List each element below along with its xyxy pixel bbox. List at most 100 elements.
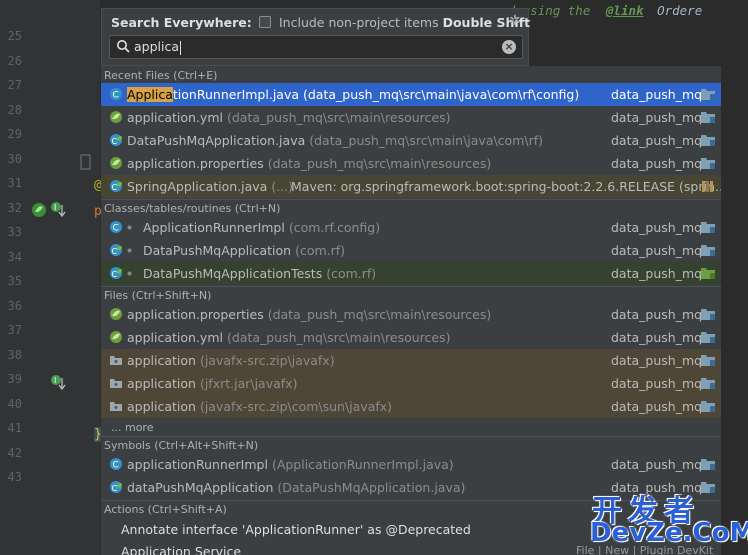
result-name: dataPushMqApplication <box>127 480 274 495</box>
section-divider <box>101 286 721 287</box>
package-folder-icon <box>110 379 122 388</box>
implemented-icon[interactable]: I <box>50 201 68 219</box>
line-number: 28 <box>7 103 22 117</box>
svg-text:C: C <box>112 270 118 279</box>
search-input-value[interactable]: applica <box>134 39 182 55</box>
result-row[interactable]: C ApplicationRunnerImpl (com.rf.config) … <box>101 216 721 239</box>
result-module: data_push_mq <box>611 110 703 125</box>
result-row[interactable]: C ApplicationRunnerImpl.java (data_push_… <box>101 83 721 106</box>
svg-text:C: C <box>113 91 119 101</box>
library-icon <box>702 181 713 192</box>
result-row[interactable]: application (javafx-src.zip\javafx) data… <box>101 349 721 372</box>
line-number: 37 <box>7 323 22 337</box>
result-path: (javafx-src.zip\javafx) <box>199 353 335 368</box>
result-path: (ApplicationRunnerImpl.java) <box>271 457 454 472</box>
search-input[interactable]: applica × <box>109 35 523 59</box>
result-row[interactable]: C DataPushMqApplication.java (data_push_… <box>101 129 721 152</box>
result-name: application.properties <box>127 156 264 171</box>
class-icon: C <box>110 221 122 234</box>
line-number: 43 <box>7 470 22 484</box>
package-folder-icon <box>110 356 122 365</box>
module-folder-icon <box>701 158 715 169</box>
module-folder-icon <box>701 332 715 343</box>
result-name: applicationRunnerImpl <box>127 457 268 472</box>
action-item[interactable]: Annotate interface 'ApplicationRunner' a… <box>121 522 471 537</box>
line-number: 27 <box>7 78 22 92</box>
result-module: data_push_mq <box>611 87 703 102</box>
search-icon <box>117 40 130 53</box>
result-module: data_push_mq <box>611 220 703 235</box>
svg-text:I: I <box>54 203 56 212</box>
result-name: DataPushMqApplicationTests <box>143 266 323 281</box>
line-number: 29 <box>7 127 22 141</box>
result-module: data_push_mq <box>611 353 703 368</box>
result-name: ApplicationRunnerImpl <box>143 220 285 235</box>
module-folder-icon <box>701 89 715 100</box>
result-name: application <box>127 399 196 414</box>
module-folder-icon <box>701 245 715 256</box>
result-module: data_push_mq <box>611 307 703 322</box>
module-folder-icon <box>701 222 715 233</box>
spring-config-icon <box>110 308 122 320</box>
result-path: (data_push_mq\src\main\resources) <box>267 156 492 171</box>
result-row[interactable]: application (javafx-src.zip\com\sun\java… <box>101 395 721 418</box>
gear-icon[interactable]: ✲ <box>509 13 521 29</box>
result-path: (com.rf) <box>326 266 377 281</box>
result-row[interactable]: C SpringApplication.java (...) Maven: or… <box>101 175 721 198</box>
result-path: (jfxrt.jar\javafx) <box>199 376 298 391</box>
result-path: (data_push_mq\src\main\java\com\rf\confi… <box>303 87 580 102</box>
result-module: data_push_mq <box>611 156 703 171</box>
svg-text:C: C <box>112 137 118 146</box>
result-row[interactable]: application (jfxrt.jar\javafx) data_push… <box>101 372 721 395</box>
result-name: application <box>127 353 196 368</box>
spring-run-icon[interactable] <box>30 201 48 219</box>
module-folder-icon <box>701 135 715 146</box>
action-item[interactable]: Application Service <box>121 544 241 555</box>
result-path: (data_push_mq\src\main\resources) <box>226 330 451 345</box>
more-results-link[interactable]: ... more <box>111 421 153 434</box>
module-folder-icon <box>701 459 715 470</box>
bookmark-icon <box>80 154 91 170</box>
result-row[interactable]: application.properties (data_push_mq\src… <box>101 152 721 175</box>
line-number: 41 <box>7 421 22 435</box>
include-label-text: Include non-project items <box>279 15 439 30</box>
module-folder-icon <box>701 401 715 412</box>
popup-title: Search Everywhere: <box>111 15 252 30</box>
visibility-icon <box>127 271 132 276</box>
module-folder-icon <box>701 482 715 493</box>
class-icon: C <box>110 458 122 471</box>
svg-text:C: C <box>113 461 119 471</box>
result-row[interactable]: application.yml (data_push_mq\src\main\r… <box>101 326 721 349</box>
line-number: 38 <box>7 348 22 362</box>
search-results-list: Recent Files (Ctrl+E) C ApplicationRunne… <box>101 66 721 555</box>
implemented-icon[interactable]: I <box>50 374 68 392</box>
package-folder-icon <box>110 402 122 411</box>
section-header-classes: Classes/tables/routines (Ctrl+N) <box>104 202 281 215</box>
line-number: 39 <box>7 372 22 386</box>
result-path: (com.rf) <box>295 243 346 258</box>
test-class-icon: C <box>110 267 122 279</box>
result-row[interactable]: C DataPushMqApplication (com.rf) data_pu… <box>101 239 721 262</box>
line-number: 40 <box>7 397 22 411</box>
result-path: (DataPushMqApplication.java) <box>277 480 466 495</box>
result-row[interactable]: application.properties (data_push_mq\src… <box>101 303 721 326</box>
include-non-project-label[interactable]: Include non-project items Double Shift <box>279 15 530 30</box>
line-number: 30 <box>7 152 22 166</box>
visibility-icon <box>127 248 132 253</box>
spring-class-icon: C <box>110 134 122 146</box>
result-name: application.properties <box>127 307 264 322</box>
result-name: application.yml <box>127 110 223 125</box>
result-row[interactable]: C applicationRunnerImpl (ApplicationRunn… <box>101 453 721 476</box>
line-number: 35 <box>7 274 22 288</box>
result-name: DataPushMqApplication.java <box>127 133 306 148</box>
svg-text:C: C <box>112 484 118 493</box>
include-non-project-checkbox[interactable] <box>259 16 271 28</box>
clear-search-icon[interactable]: × <box>502 40 516 54</box>
spring-class-icon: C <box>110 481 122 493</box>
module-folder-icon <box>701 309 715 320</box>
code-link[interactable]: @link <box>606 3 644 18</box>
result-row[interactable]: C DataPushMqApplicationTests (com.rf) da… <box>101 262 721 285</box>
section-header-recent-files: Recent Files (Ctrl+E) <box>104 69 218 82</box>
result-path: (javafx-src.zip\com\sun\javafx) <box>199 399 393 414</box>
result-row[interactable]: application.yml (data_push_mq\src\main\r… <box>101 106 721 129</box>
